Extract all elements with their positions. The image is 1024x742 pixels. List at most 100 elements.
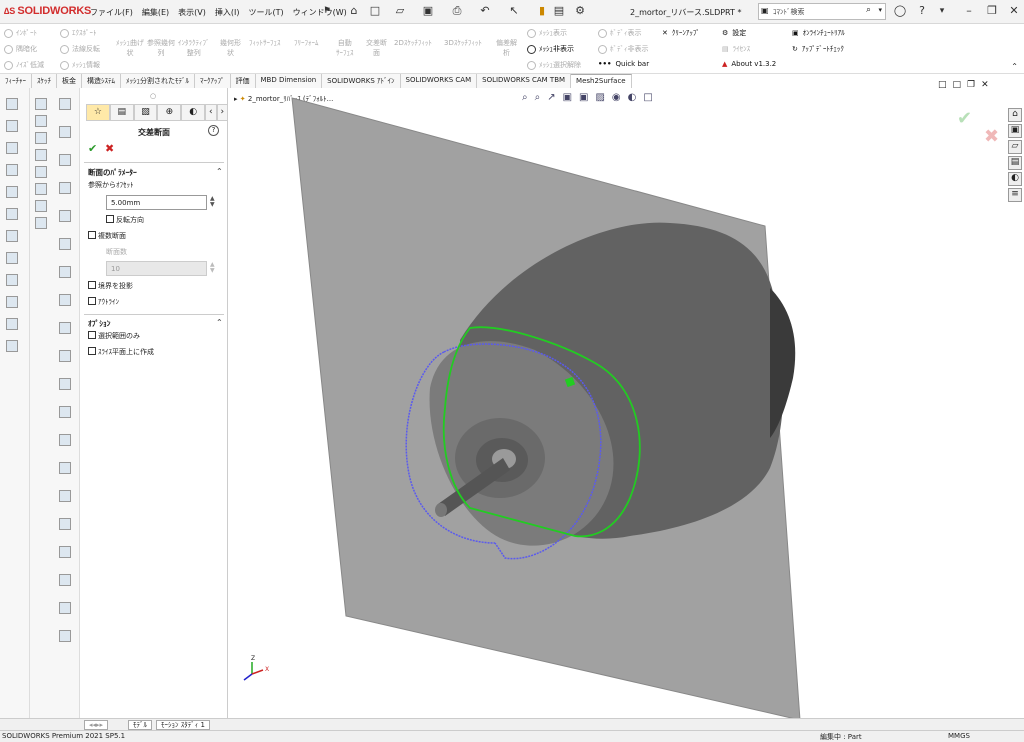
smooth-button[interactable]: 隅暗化 (4, 44, 37, 54)
mesh-hide-button[interactable]: ﾒｯｼｭ非表示 (527, 44, 574, 54)
section-count-input[interactable]: 10 (106, 261, 207, 276)
home-icon[interactable]: ⌂ (347, 4, 361, 18)
tab-scroll-left-icon[interactable]: ‹ (205, 104, 217, 121)
toolbar-tool-icon[interactable] (35, 149, 47, 161)
auto-surface-button[interactable]: 自動 ｻｰﾌｪｽ (336, 38, 354, 58)
toolbar-tool-icon[interactable] (59, 182, 71, 194)
select-arrow-icon[interactable]: ↖ (507, 4, 521, 18)
units-selector[interactable]: MMGS (948, 732, 970, 740)
rebuild-icon[interactable]: ▤ (552, 4, 566, 18)
tab-markup[interactable]: ﾏｰｸｱｯﾌﾟ (195, 74, 231, 88)
toolbar-tool-icon[interactable] (59, 546, 71, 558)
tab-solidworks-addins[interactable]: SOLIDWORKS ｱﾄﾞｲﾝ (322, 74, 401, 88)
toolbar-tool-icon[interactable] (35, 217, 47, 229)
toolbar-tool-icon[interactable] (59, 434, 71, 446)
outline-checkbox[interactable]: ｱｳﾄﾗｲﾝ (88, 297, 119, 307)
mesh-selection-clear-button[interactable]: ﾒｯｼｭ選択解除 (527, 60, 581, 70)
interactive-align-button[interactable]: ｲﾝﾀﾗｸﾃｨﾌﾞ 整列 (178, 38, 210, 58)
toolbar-tool-icon[interactable] (35, 115, 47, 127)
home-pane-icon[interactable]: ⌂ (1008, 108, 1022, 122)
tab-model[interactable]: ﾓﾃﾞﾙ (128, 720, 152, 730)
tab-nav-arrows-icon[interactable]: ◂◂▸▸ (84, 720, 109, 730)
tab-configuration-icon[interactable]: ▧ (133, 104, 158, 121)
traffic-light-icon[interactable]: ▮ (535, 4, 549, 18)
menu-file[interactable]: ファイル(F) (90, 7, 133, 18)
toolbar-tool-icon[interactable] (35, 200, 47, 212)
mesh-show-button[interactable]: ﾒｯｼｭ表示 (527, 28, 567, 38)
toolbar-tool-icon[interactable] (6, 98, 18, 110)
toolbar-tool-icon[interactable] (59, 238, 71, 250)
confirm-corner-check-icon[interactable]: ✔ (957, 108, 972, 129)
ok-check-icon[interactable]: ✔ (88, 142, 97, 155)
noise-reduction-button[interactable]: ﾉｲｽﾞ低減 (4, 60, 44, 70)
new-document-icon[interactable]: □ (368, 4, 382, 18)
update-check-button[interactable]: ↻ ｱｯﾌﾟﾃﾞｰﾄﾁｪｯｸ (792, 44, 844, 54)
offset-spinner-icon[interactable]: ▲ ▼ (210, 196, 215, 208)
geometric-shape-button[interactable]: 幾何形状 (220, 38, 241, 58)
tab-mesh-model[interactable]: ﾒｯｼｭ分割されたﾓﾃﾞﾙ (121, 74, 195, 88)
help-question-icon[interactable]: ? (208, 125, 219, 136)
options-gear-icon[interactable]: ⚙ (573, 4, 587, 18)
toolbar-tool-icon[interactable] (59, 406, 71, 418)
tab-display-manager-icon[interactable]: ◐ (181, 104, 206, 121)
toolbar-tool-icon[interactable] (59, 350, 71, 362)
panel-grip-icon[interactable]: ○ (150, 92, 156, 100)
tab-scroll-right-icon[interactable]: › (216, 104, 229, 121)
toolbar-tool-icon[interactable] (35, 166, 47, 178)
toolbar-tool-icon[interactable] (59, 462, 71, 474)
toolbar-tool-icon[interactable] (6, 252, 18, 264)
menu-edit[interactable]: 編集(E) (142, 7, 169, 18)
export-button[interactable]: ｴｸｽﾎﾟｰﾄ (60, 28, 97, 38)
toolbar-tool-icon[interactable] (59, 378, 71, 390)
section-params-header[interactable]: 断面のﾊﾟﾗﾒｰﾀｰ ⌃ (88, 167, 228, 178)
selection-only-checkbox[interactable]: 選択範囲のみ (88, 331, 140, 341)
toolbar-tool-icon[interactable] (35, 183, 47, 195)
toolbar-tool-icon[interactable] (59, 266, 71, 278)
cross-section-button[interactable]: 交差断面 (366, 38, 387, 58)
tab-mbd-dimension[interactable]: MBD Dimension (255, 74, 323, 88)
close-icon[interactable]: ✕ (1007, 4, 1021, 18)
pin-icon[interactable]: ⚑ (320, 4, 334, 18)
appearances-pane-icon[interactable]: ◐ (1008, 172, 1022, 186)
tab-sheet-metal[interactable]: 板金 (57, 74, 82, 88)
tab-sketch[interactable]: ｽｹｯﾁ (32, 74, 57, 88)
tab-dimxpert-icon[interactable]: ⊕ (157, 104, 182, 121)
toolbar-tool-icon[interactable] (59, 574, 71, 586)
undo-icon[interactable]: ↶ (478, 4, 492, 18)
reverse-direction-checkbox[interactable]: 反転方向 (106, 215, 144, 225)
quick-bar-button[interactable]: ••• Quick bar (598, 60, 649, 68)
search-dropdown-icon[interactable]: ▾ (878, 6, 882, 14)
user-account-icon[interactable]: ◯ (893, 4, 907, 18)
toolbar-tool-icon[interactable] (59, 210, 71, 222)
toolbar-tool-icon[interactable] (6, 142, 18, 154)
toolbar-tool-icon[interactable] (59, 294, 71, 306)
mesh-info-button[interactable]: ﾒｯｼｭ情報 (60, 60, 100, 70)
menu-insert[interactable]: 挿入(I) (215, 7, 240, 18)
offset-input[interactable]: 5.00mm (106, 195, 207, 210)
sketch-3d-fit-button[interactable]: 3Dｽｹｯﾁﾌｨｯﾄ (444, 38, 482, 48)
file-explorer-pane-icon[interactable]: ▱ (1008, 140, 1022, 154)
command-search-input[interactable]: ▣ ｺﾏﾝﾄﾞ検索 ⌕ ▾ (758, 3, 886, 20)
tab-mesh2surface[interactable]: Mesh2Surface (571, 74, 632, 88)
restore-icon[interactable]: ❐ (985, 4, 999, 18)
multiple-sections-checkbox[interactable]: 複数断面 (88, 231, 126, 241)
import-button[interactable]: ｲﾝﾎﾟｰﾄ (4, 28, 37, 38)
tab-solidworks-cam[interactable]: SOLIDWORKS CAM (400, 74, 478, 88)
view-palette-pane-icon[interactable]: ▤ (1008, 156, 1022, 170)
toolbar-tool-icon[interactable] (59, 154, 71, 166)
tab-feature-manager-icon[interactable]: ☆ (86, 104, 110, 121)
freeform-button[interactable]: ﾌﾘｰﾌｫｰﾑ (294, 38, 319, 48)
toolbar-tool-icon[interactable] (6, 318, 18, 330)
toolbar-tool-icon[interactable] (59, 490, 71, 502)
tab-solidworks-cam-tbm[interactable]: SOLIDWORKS CAM TBM (477, 74, 572, 88)
normal-flip-button[interactable]: 法線反転 (60, 44, 100, 54)
menu-tools[interactable]: ツール(T) (248, 7, 283, 18)
custom-properties-pane-icon[interactable]: ≡ (1008, 188, 1022, 202)
toolbar-tool-icon[interactable] (35, 132, 47, 144)
graphics-area[interactable]: ▸ ✦ 2_mortor_ﾘﾊﾞｰｽ (ﾃﾞﾌｫﾙﾄ... ⌕⌕↗▣▣▨◉◐□ … (230, 80, 1002, 718)
cleanup-button[interactable]: ✕ ｸﾘｰﾝｱｯﾌﾟ (662, 28, 700, 38)
print-icon[interactable]: ⎙ (450, 4, 464, 18)
sketch-2d-fit-button[interactable]: 2Dｽｹｯﾁﾌｨｯﾄ (394, 38, 432, 48)
cancel-x-icon[interactable]: ✖ (105, 142, 114, 155)
tab-motion-study[interactable]: ﾓｰｼｮﾝ ｽﾀﾃﾞｨ 1 (156, 720, 210, 730)
